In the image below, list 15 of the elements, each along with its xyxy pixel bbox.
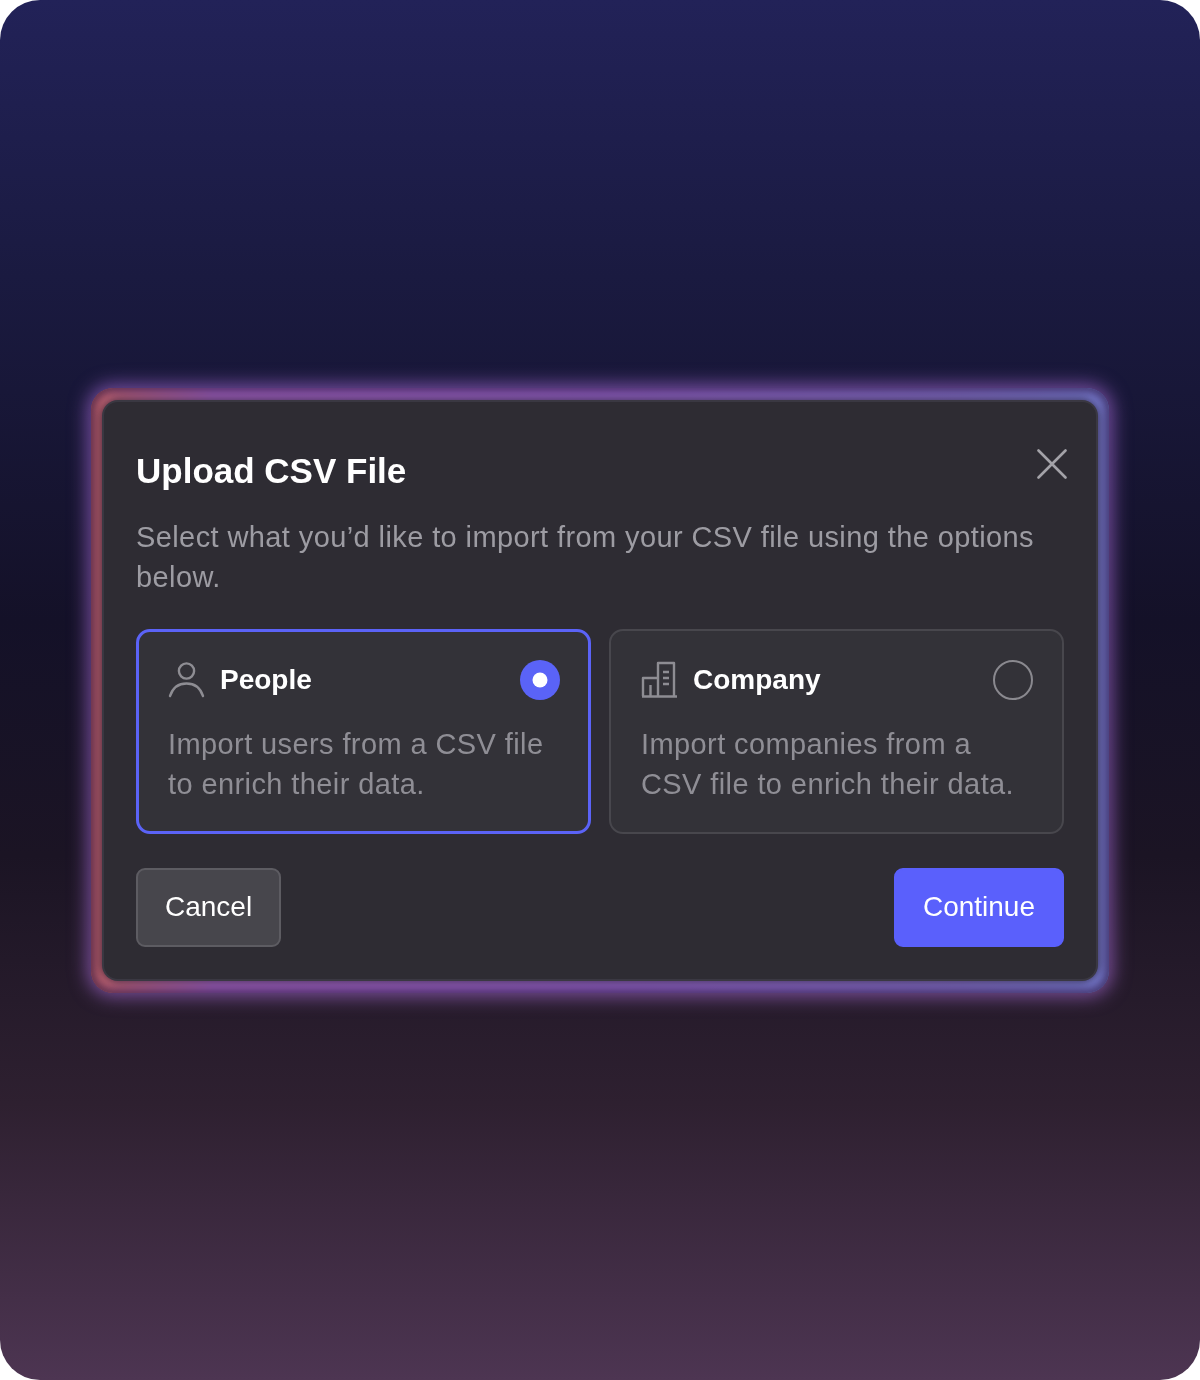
option-description: Import users from a CSV file to enrich their data.	[168, 726, 545, 802]
radio-selected-icon[interactable]	[520, 659, 560, 700]
option-card[interactable]: People Import users from a CSV file to enrich their data.	[136, 628, 591, 834]
option-title: Company	[693, 662, 821, 697]
option-card[interactable]: Company Import companies from a CSV file to enrich their data.	[609, 628, 1064, 834]
close-icon	[1037, 448, 1067, 479]
person-icon	[168, 661, 205, 698]
building-icon	[641, 661, 678, 698]
dialog-description: Select what you’d like to import from your CSV file using the options below.	[136, 519, 1035, 595]
cancel-button[interactable]: Cancel	[136, 867, 282, 947]
continue-button[interactable]: Continue	[893, 867, 1064, 947]
option-title: People	[220, 662, 312, 697]
option-description: Import companies from a CSV file to enrich their data.	[641, 726, 1016, 802]
radio-empty-icon[interactable]	[993, 659, 1033, 700]
dialog-title: Upload CSV File	[136, 449, 407, 491]
